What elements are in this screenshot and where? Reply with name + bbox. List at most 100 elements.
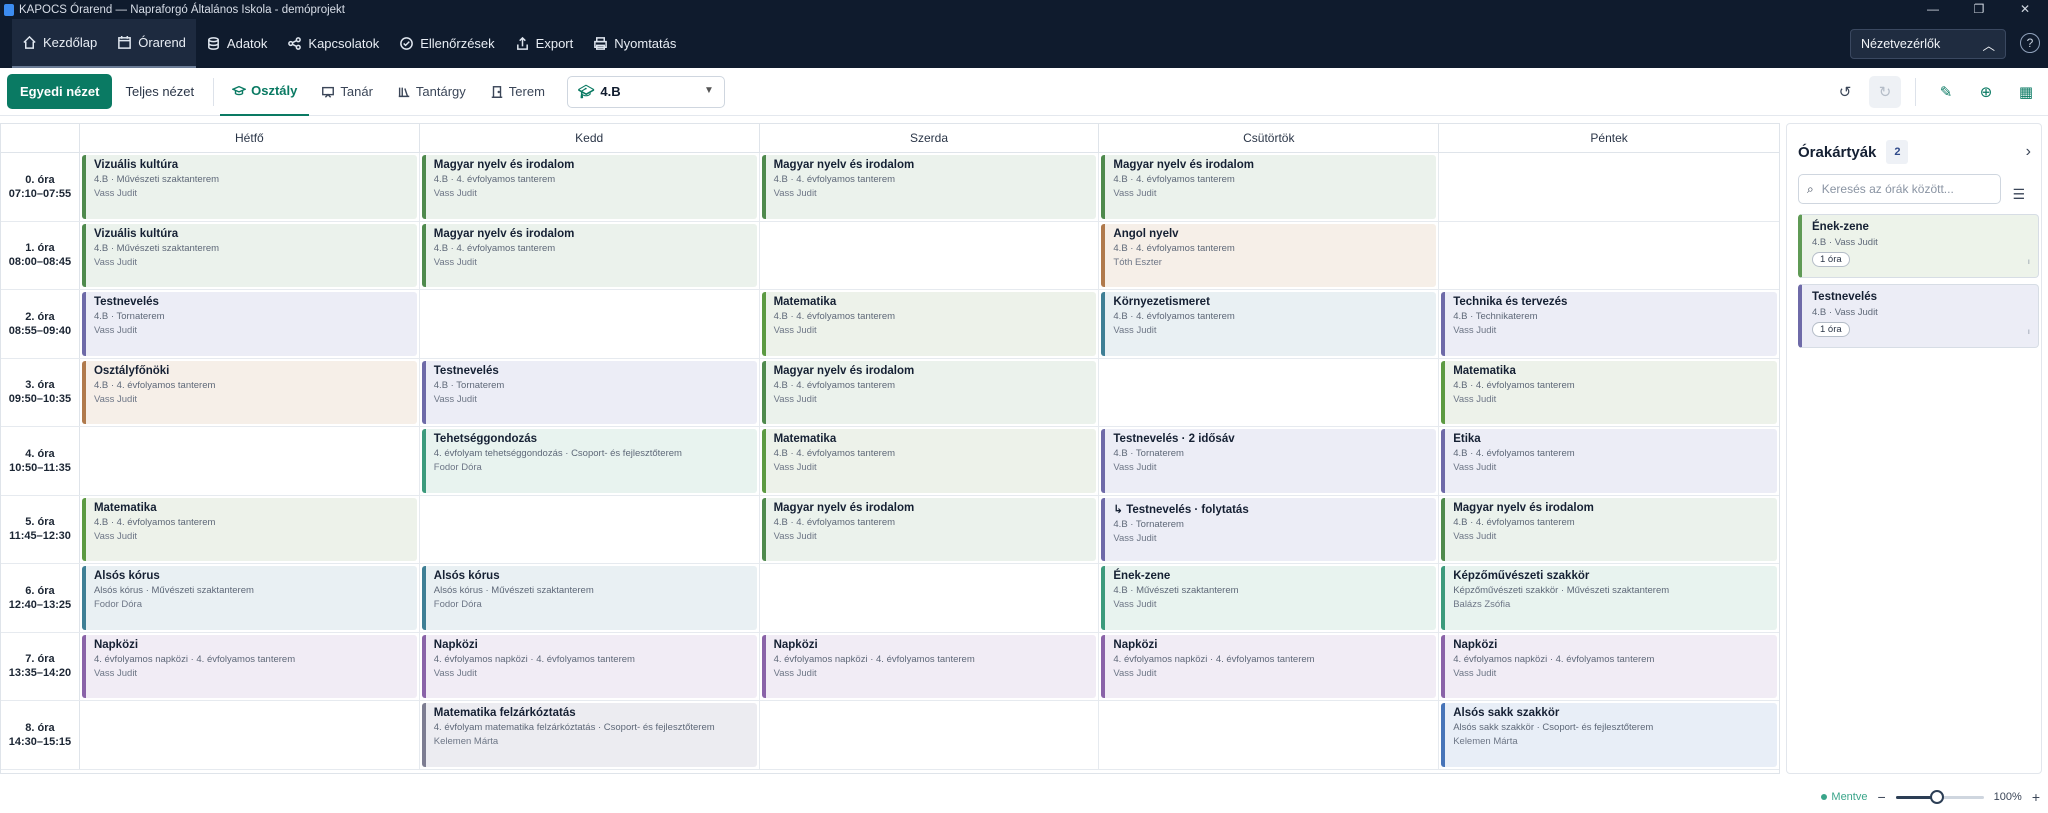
lesson-card[interactable]: Napközi 4. évfolyamos napközi · 4. évfoly… [421, 634, 757, 698]
magic-wand-icon[interactable]: ✎ [1930, 76, 1962, 108]
lesson-card[interactable]: Vizuális kultúra 4.B · Művészeti szaktant… [81, 223, 417, 287]
drag-handle-icon[interactable]: ı [2028, 257, 2030, 266]
grid-view-icon[interactable]: ▦ [2010, 76, 2042, 108]
lesson-card[interactable]: Napközi 4. évfolyamos napközi · 4. évfoly… [761, 634, 1097, 698]
filter-icon[interactable]: ☰ [2012, 186, 2025, 203]
lesson-card[interactable]: Matematika 4.B · 4. évfolyamos tanterem Va… [761, 429, 1097, 493]
lesson-card[interactable]: Magyar nyelv és irodalom 4.B · 4. évfolya… [761, 155, 1097, 219]
close-button[interactable]: ✕ [2002, 0, 2048, 19]
tab-tantargy[interactable]: Tantárgy [385, 68, 478, 116]
lesson-card[interactable]: Technika és tervezés 4.B · Technikaterem V… [1441, 292, 1778, 356]
lesson-card-item[interactable]: Ének-zene 4.B · Vass Judit 1 óra ı [1798, 214, 2039, 278]
lesson-card[interactable]: Matematika 4.B · 4. évfolyamos tanterem Va… [81, 497, 417, 561]
timetable-cell[interactable]: Osztályfőnöki 4.B · 4. évfolyamos tantere… [80, 358, 420, 426]
timetable-cell[interactable]: Testnevelés 4.B · Tornaterem Vass Judit [420, 358, 760, 426]
add-circle-icon[interactable]: ⊕ [1970, 76, 2002, 108]
timetable-cell[interactable]: Napközi 4. évfolyamos napközi · 4. évfoly… [420, 632, 760, 700]
lesson-card[interactable]: ↳ Testnevelés · folytatás 4.B · Tornatere… [1101, 497, 1437, 561]
nav-orarend[interactable]: Órarend [107, 19, 196, 68]
nav-export[interactable]: Export [505, 19, 584, 68]
timetable-cell[interactable]: Alsós kórus Alsós kórus · Művészeti szakt… [420, 564, 760, 632]
timetable-cell[interactable] [80, 427, 420, 495]
lesson-search-input[interactable]: ⌕ Keresés az órák között... [1798, 174, 2001, 204]
zoom-in-button[interactable]: + [2032, 789, 2040, 805]
timetable-cell[interactable]: Magyar nyelv és irodalom 4.B · 4. évfolya… [760, 358, 1100, 426]
lesson-card[interactable]: Magyar nyelv és irodalom 4.B · 4. évfolya… [421, 223, 757, 287]
redo-icon[interactable]: ↻ [1869, 76, 1901, 108]
lesson-card[interactable]: Magyar nyelv és irodalom 4.B · 4. évfolya… [1441, 497, 1778, 561]
lesson-card[interactable]: Matematika 4.B · 4. évfolyamos tanterem Va… [1441, 360, 1778, 424]
timetable-cell[interactable]: Vizuális kultúra 4.B · Művészeti szaktant… [80, 221, 420, 289]
undo-icon[interactable]: ↺ [1829, 76, 1861, 108]
timetable-cell[interactable]: Tehetséggondozás 4. évfolyam tehetséggond… [420, 427, 760, 495]
timetable-cell[interactable] [760, 564, 1100, 632]
timetable-cell[interactable]: Magyar nyelv és irodalom 4.B · 4. évfolya… [1439, 496, 1779, 564]
lesson-card[interactable]: Magyar nyelv és irodalom 4.B · 4. évfolya… [761, 360, 1097, 424]
timetable-cell[interactable]: Matematika 4.B · 4. évfolyamos tanterem Va… [760, 427, 1100, 495]
lesson-card[interactable]: Napközi 4. évfolyamos napközi · 4. évfoly… [81, 634, 417, 698]
timetable-cell[interactable]: Képzőművészeti szakkör Képzőművészeti sza… [1439, 564, 1779, 632]
timetable-cell[interactable] [1439, 222, 1779, 290]
lesson-card[interactable]: Angol nyelv 4.B · 4. évfolyamos tanterem T… [1101, 223, 1437, 287]
timetable-cell[interactable]: Napközi 4. évfolyamos napközi · 4. évfoly… [1439, 633, 1779, 701]
zoom-slider[interactable] [1895, 789, 1984, 804]
timetable-cell[interactable] [1099, 701, 1440, 769]
nav-kapcsolatok[interactable]: Kapcsolatok [277, 19, 389, 68]
lesson-card[interactable]: Osztályfőnöki 4.B · 4. évfolyamos tantere… [81, 360, 417, 424]
chevron-right-icon[interactable]: › [2026, 143, 2031, 161]
timetable-cell[interactable] [420, 495, 760, 563]
timetable-cell[interactable] [760, 701, 1100, 769]
timetable-cell[interactable]: Ének-zene 4.B · Művészeti szaktanterem Vas… [1099, 564, 1440, 632]
nav-nyomtatas[interactable]: Nyomtatás [583, 19, 686, 68]
lesson-card[interactable]: Napközi 4. évfolyamos napközi · 4. évfoly… [1441, 634, 1778, 698]
lesson-card-item[interactable]: Testnevelés 4.B · Vass Judit 1 óra ı [1798, 284, 2039, 348]
lesson-card[interactable]: Napközi 4. évfolyamos napközi · 4. évfoly… [1101, 634, 1437, 698]
timetable-cell[interactable]: Alsós sakk szakkör Alsós sakk szakkör · C… [1439, 701, 1779, 769]
nav-ellenorzesek[interactable]: Ellenőrzések [389, 19, 504, 68]
zoom-slider-thumb[interactable] [1930, 789, 1945, 804]
timetable-cell[interactable]: Magyar nyelv és irodalom 4.B · 4. évfolya… [420, 221, 760, 289]
nav-kezdolap[interactable]: Kezdőlap [12, 19, 108, 68]
lesson-card[interactable]: Ének-zene 4.B · Művészeti szaktanterem Vas… [1101, 566, 1437, 630]
timetable-cell[interactable] [1099, 358, 1440, 426]
lesson-card[interactable]: Etika 4.B · 4. évfolyamos tanterem Vass Ju… [1441, 429, 1778, 493]
lesson-card[interactable]: Testnevelés 4.B · Tornaterem Vass Judit [81, 292, 417, 356]
timetable-cell[interactable]: Etika 4.B · 4. évfolyamos tanterem Vass Ju… [1439, 427, 1779, 495]
timetable-cell[interactable]: Magyar nyelv és irodalom 4.B · 4. évfolya… [760, 495, 1100, 563]
custom-view-button[interactable]: Egyedi nézet [7, 74, 113, 109]
timetable-cell[interactable]: Magyar nyelv és irodalom 4.B · 4. évfolya… [420, 153, 760, 221]
drag-handle-icon[interactable]: ı [2028, 327, 2030, 336]
lesson-card[interactable]: Magyar nyelv és irodalom 4.B · 4. évfolya… [761, 497, 1097, 561]
timetable-cell[interactable]: Angol nyelv 4.B · 4. évfolyamos tanterem T… [1099, 221, 1440, 289]
timetable-cell[interactable] [420, 290, 760, 358]
tab-tanar[interactable]: Tanár [309, 68, 385, 116]
tab-terem[interactable]: Terem [478, 68, 557, 116]
timetable-cell[interactable]: ↳ Testnevelés · folytatás 4.B · Tornatere… [1099, 495, 1440, 563]
lesson-card[interactable]: Képzőművészeti szakkör Képzőművészeti sza… [1441, 566, 1778, 630]
timetable-cell[interactable]: Környezetismeret 4.B · 4. évfolyamos tant… [1099, 290, 1440, 358]
lesson-card[interactable]: Testnevelés 4.B · Tornaterem Vass Judit [421, 360, 757, 424]
timetable-cell[interactable]: Vizuális kultúra 4.B · Művészeti szaktant… [80, 153, 420, 221]
lesson-card[interactable]: Alsós kórus Alsós kórus · Művészeti szakt… [81, 566, 417, 630]
lesson-card[interactable]: Alsós sakk szakkör Alsós sakk szakkör · C… [1441, 703, 1778, 767]
tab-osztaly[interactable]: Osztály [220, 68, 310, 116]
maximize-button[interactable]: ❐ [1956, 0, 2002, 19]
timetable-cell[interactable]: Matematika 4.B · 4. évfolyamos tanterem Va… [1439, 359, 1779, 427]
timetable-cell[interactable]: Matematika 4.B · 4. évfolyamos tanterem Va… [760, 290, 1100, 358]
lesson-card[interactable]: Magyar nyelv és irodalom 4.B · 4. évfolya… [421, 155, 757, 219]
lesson-card[interactable]: Tehetséggondozás 4. évfolyam tehetséggond… [421, 429, 757, 493]
lesson-card[interactable]: Környezetismeret 4.B · 4. évfolyamos tant… [1101, 292, 1437, 356]
timetable-cell[interactable]: Matematika felzárkóztatás 4. évfolyam mat… [420, 701, 760, 769]
timetable-cell[interactable]: Testnevelés · 2 idősáv 4.B · Tornaterem Va… [1099, 427, 1440, 495]
timetable-cell[interactable]: Alsós kórus Alsós kórus · Művészeti szakt… [80, 564, 420, 632]
lesson-card[interactable]: Matematika felzárkóztatás 4. évfolyam mat… [421, 703, 757, 767]
view-controls-button[interactable]: Nézetvezérlők ︿ [1850, 29, 2006, 59]
timetable-cell[interactable]: Testnevelés 4.B · Tornaterem Vass Judit [80, 290, 420, 358]
lesson-card[interactable]: Alsós kórus Alsós kórus · Művészeti szakt… [421, 566, 757, 630]
timetable-cell[interactable]: Magyar nyelv és irodalom 4.B · 4. évfolya… [760, 153, 1100, 221]
minimize-button[interactable]: — [1910, 0, 1956, 19]
timetable-cell[interactable]: Matematika 4.B · 4. évfolyamos tanterem Va… [80, 495, 420, 563]
timetable-cell[interactable]: Napközi 4. évfolyamos napközi · 4. évfoly… [80, 632, 420, 700]
lesson-card[interactable]: Magyar nyelv és irodalom 4.B · 4. évfolya… [1101, 155, 1437, 219]
help-icon[interactable]: ? [2020, 33, 2040, 53]
